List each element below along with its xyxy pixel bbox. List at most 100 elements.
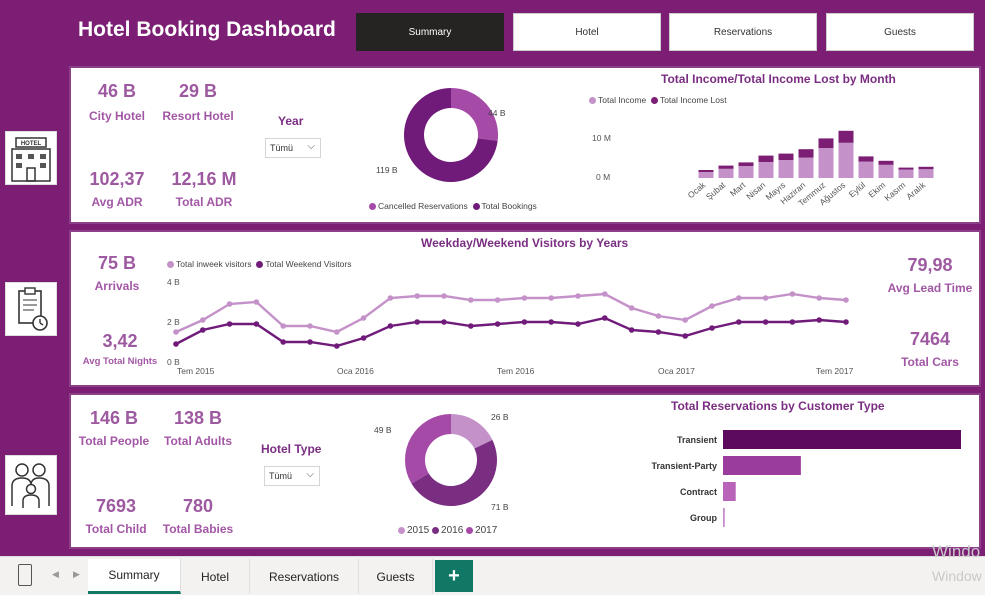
income-lost-bar[interactable] (858, 156, 874, 162)
data-point[interactable] (253, 299, 260, 305)
chevron-left-icon[interactable]: ◀ (52, 569, 59, 580)
data-point[interactable] (441, 319, 447, 325)
clipboard-clock-icon[interactable] (5, 282, 57, 336)
data-point[interactable] (736, 295, 742, 301)
data-point[interactable] (307, 339, 313, 345)
data-point[interactable] (468, 323, 474, 329)
data-point[interactable] (816, 317, 822, 323)
tab-summary[interactable]: Summary (88, 559, 181, 594)
customer-type-bar[interactable] (723, 482, 736, 501)
income-lost-bar[interactable] (718, 165, 734, 169)
nav-hotel-button[interactable]: Hotel (513, 13, 661, 51)
data-point[interactable] (521, 295, 528, 301)
data-point[interactable] (709, 325, 715, 331)
income-lost-bar[interactable] (778, 153, 794, 160)
data-point[interactable] (762, 295, 769, 301)
income-bar[interactable] (778, 160, 794, 178)
data-point[interactable] (843, 297, 849, 303)
data-point[interactable] (682, 317, 688, 323)
data-point[interactable] (173, 329, 179, 335)
income-lost-bar[interactable] (758, 155, 774, 162)
income-lost-bar[interactable] (918, 166, 934, 170)
data-point[interactable] (226, 321, 233, 327)
data-point[interactable] (468, 297, 474, 303)
data-point[interactable] (414, 319, 420, 325)
data-point[interactable] (494, 321, 501, 327)
income-bar[interactable] (838, 142, 854, 178)
data-point[interactable] (789, 319, 796, 325)
tab-guests[interactable]: Guests (359, 559, 433, 594)
data-point[interactable] (280, 339, 286, 345)
income-lost-bar[interactable] (818, 138, 834, 148)
income-lost-bar[interactable] (798, 149, 814, 158)
chevron-right-icon[interactable]: ▶ (73, 569, 80, 580)
data-point[interactable] (200, 317, 206, 323)
income-lost-bar[interactable] (698, 170, 714, 172)
data-point[interactable] (441, 293, 447, 299)
nav-guests-button[interactable]: Guests (826, 13, 974, 51)
data-point[interactable] (736, 319, 742, 325)
data-point[interactable] (762, 319, 769, 325)
data-point[interactable] (334, 329, 340, 335)
data-point[interactable] (200, 327, 206, 333)
data-point[interactable] (655, 329, 662, 335)
data-point[interactable] (307, 323, 313, 329)
data-point[interactable] (575, 293, 581, 299)
income-bar[interactable] (738, 166, 754, 178)
income-bar[interactable] (878, 164, 894, 178)
data-point[interactable] (655, 313, 662, 319)
income-bar[interactable] (858, 161, 874, 178)
data-point[interactable] (414, 293, 420, 299)
family-icon[interactable] (5, 455, 57, 515)
income-bar[interactable] (898, 169, 914, 178)
data-point[interactable] (682, 333, 688, 339)
data-point[interactable] (816, 295, 822, 301)
nav-reservations-button[interactable]: Reservations (669, 13, 817, 51)
tab-reservations[interactable]: Reservations (250, 559, 359, 594)
data-point[interactable] (628, 327, 635, 333)
income-bar[interactable] (698, 172, 714, 178)
customer-type-bar[interactable] (723, 508, 725, 527)
data-point[interactable] (360, 315, 367, 321)
income-lost-bar[interactable] (898, 167, 914, 170)
data-point[interactable] (548, 319, 554, 325)
data-point[interactable] (843, 319, 849, 325)
data-point[interactable] (173, 341, 179, 347)
data-point[interactable] (602, 315, 608, 321)
data-point[interactable] (387, 323, 394, 329)
customer-type-bar[interactable] (723, 430, 961, 449)
data-point[interactable] (789, 291, 796, 297)
income-lost-bar[interactable] (878, 160, 894, 165)
data-point[interactable] (575, 321, 581, 327)
data-point[interactable] (387, 295, 394, 301)
donut-slice[interactable] (405, 414, 451, 484)
year-dropdown[interactable]: Tümü ⌵ (265, 138, 321, 158)
income-bar[interactable] (818, 148, 834, 178)
data-point[interactable] (548, 295, 554, 301)
data-point[interactable] (602, 291, 608, 297)
income-bar[interactable] (718, 168, 734, 178)
tab-hotel[interactable]: Hotel (181, 559, 250, 594)
data-point[interactable] (709, 303, 715, 309)
data-point[interactable] (360, 335, 367, 341)
customer-type-bar[interactable] (723, 456, 801, 475)
income-bar[interactable] (798, 157, 814, 178)
data-point[interactable] (334, 343, 340, 349)
data-point[interactable] (628, 305, 635, 311)
nav-summary-button[interactable]: Summary (356, 13, 504, 51)
phone-layout-icon[interactable] (18, 564, 32, 586)
donut-legend: Cancelled Reservations Total Bookings (369, 201, 537, 211)
hotel-type-dropdown[interactable]: Tümü ⌵ (264, 466, 320, 486)
income-bar[interactable] (758, 162, 774, 178)
income-lost-bar[interactable] (838, 130, 854, 143)
data-point[interactable] (226, 301, 233, 307)
income-bar[interactable] (918, 169, 934, 178)
data-point[interactable] (280, 323, 286, 329)
data-point[interactable] (521, 319, 528, 325)
data-point[interactable] (253, 321, 260, 327)
add-page-button[interactable]: + (435, 560, 473, 592)
hotel-icon[interactable]: HOTEL (5, 131, 57, 185)
income-lost-bar[interactable] (738, 162, 754, 166)
data-point[interactable] (494, 297, 501, 303)
total-people-kpi: 146 B Total People (73, 407, 155, 449)
